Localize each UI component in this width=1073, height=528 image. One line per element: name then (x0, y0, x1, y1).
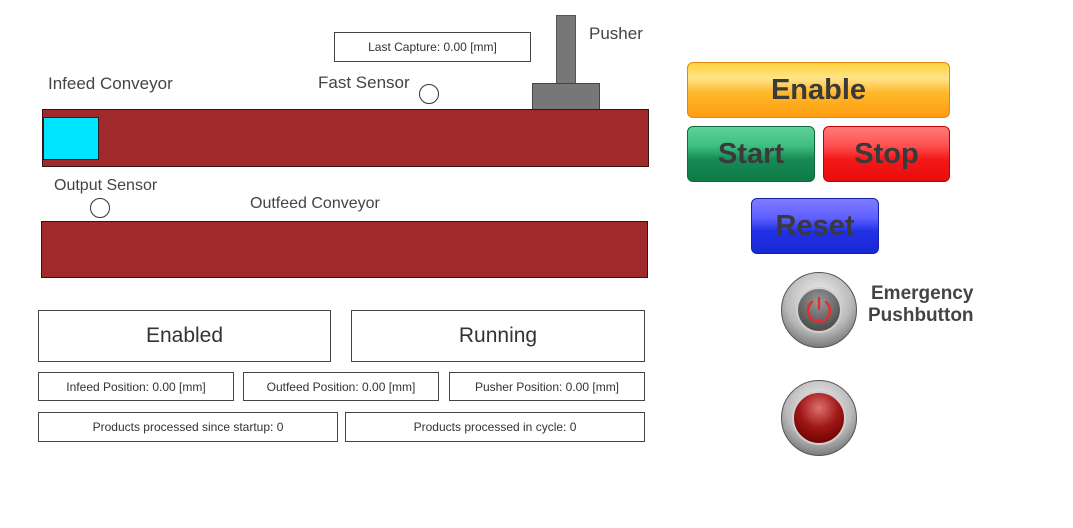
fast-sensor-indicator (419, 84, 439, 104)
emergency-label-line2: Pushbutton (868, 305, 974, 326)
pusher-rod (556, 15, 576, 85)
product-box (43, 117, 99, 160)
pusher-position-display: Pusher Position: 0.00 [mm] (449, 372, 645, 401)
infeed-conveyor (42, 109, 649, 167)
fast-sensor-label: Fast Sensor (318, 73, 410, 92)
indicator-lens (792, 391, 846, 445)
emergency-inner (796, 287, 842, 333)
stop-button[interactable]: Stop (823, 126, 950, 182)
emergency-pushbutton[interactable] (781, 272, 857, 348)
emergency-label-line1: Emergency (871, 283, 974, 304)
outfeed-conveyor-label: Outfeed Conveyor (250, 195, 380, 212)
running-status: Running (351, 310, 645, 362)
red-indicator-light (781, 380, 857, 456)
output-sensor-label: Output Sensor (54, 177, 158, 194)
start-button[interactable]: Start (687, 126, 815, 182)
products-in-cycle-display: Products processed in cycle: 0 (345, 412, 645, 442)
enabled-status: Enabled (38, 310, 331, 362)
infeed-conveyor-label: Infeed Conveyor (48, 74, 173, 93)
outfeed-conveyor (41, 221, 648, 278)
enable-button[interactable]: Enable (687, 62, 950, 118)
outfeed-position-display: Outfeed Position: 0.00 [mm] (243, 372, 439, 401)
products-since-startup-display: Products processed since startup: 0 (38, 412, 338, 442)
pusher-label: Pusher (589, 24, 643, 43)
output-sensor-indicator (90, 198, 110, 218)
power-icon (806, 296, 832, 323)
infeed-position-display: Infeed Position: 0.00 [mm] (38, 372, 234, 401)
reset-button[interactable]: Reset (751, 198, 879, 254)
last-capture-display: Last Capture: 0.00 [mm] (334, 32, 531, 62)
emergency-label: Emergency Pushbutton (868, 283, 974, 327)
